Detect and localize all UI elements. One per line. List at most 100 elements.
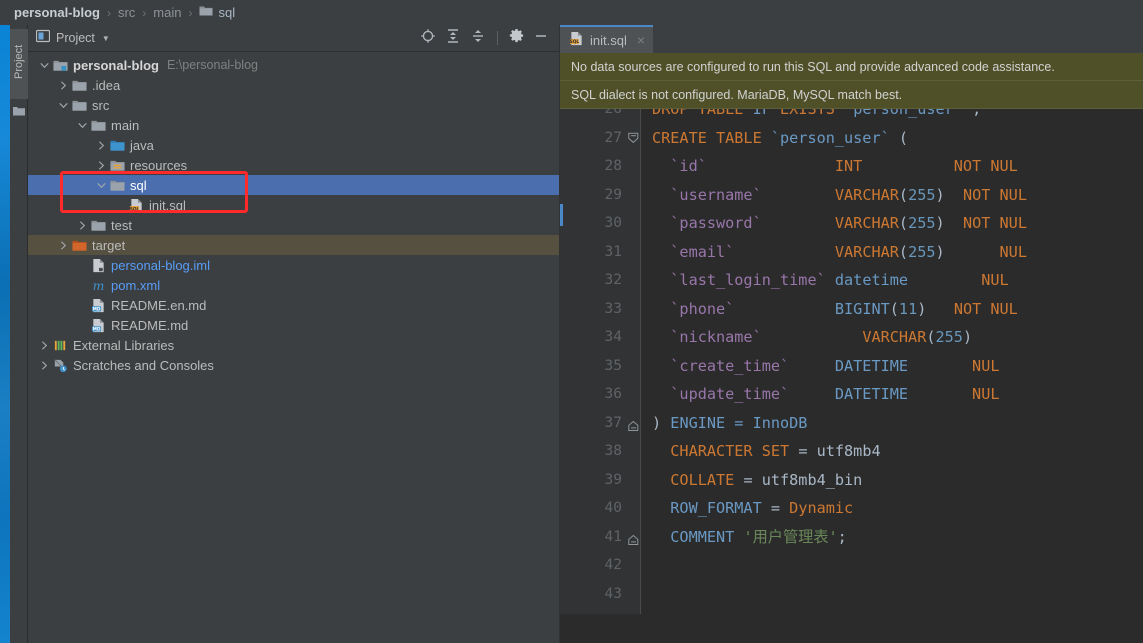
chevron-down-icon[interactable] bbox=[95, 179, 107, 191]
close-icon[interactable]: × bbox=[637, 32, 645, 48]
tree-row-src[interactable]: src bbox=[28, 95, 559, 115]
project-panel-title: Project bbox=[56, 31, 95, 45]
code-line: 37) ENGINE = InnoDB bbox=[560, 409, 1143, 438]
line-number: 36 bbox=[604, 386, 622, 402]
collapse-all-icon[interactable] bbox=[470, 28, 486, 49]
code-text: CREATE TABLE `person_user` ( bbox=[652, 128, 909, 147]
project-panel-header: Project ▼ bbox=[28, 25, 559, 52]
chevron-right-icon[interactable] bbox=[57, 79, 69, 91]
breadcrumb-item-sql[interactable]: sql bbox=[218, 5, 235, 20]
code-line: 39 COLLATE = utf8mb4_bin bbox=[560, 466, 1143, 495]
tree-row-init-sql[interactable]: SQL init.sql bbox=[28, 195, 559, 215]
code-line: 32 `last_login_time` datetime NUL bbox=[560, 266, 1143, 295]
tree-row-label: java bbox=[130, 137, 154, 153]
code-text: `username` VARCHAR(255) NOT NUL bbox=[652, 185, 1027, 204]
tree-row-personal-blog[interactable]: personal-blog E:\personal-blog bbox=[28, 55, 559, 75]
tree-row-label: sql bbox=[130, 177, 147, 193]
line-number: 26 bbox=[604, 109, 622, 117]
maven-file-icon: m bbox=[90, 277, 106, 293]
tree-row-java[interactable]: java bbox=[28, 135, 559, 155]
chevron-right-icon[interactable] bbox=[95, 139, 107, 151]
code-line: 27 CREATE TABLE `person_user` ( bbox=[560, 124, 1143, 153]
code-text: `create_time` DATETIME NUL bbox=[652, 356, 1000, 375]
line-number: 39 bbox=[604, 471, 622, 488]
line-number: 33 bbox=[604, 300, 622, 317]
tree-row-label: External Libraries bbox=[73, 337, 175, 353]
code-text: `email` VARCHAR(255) NUL bbox=[652, 242, 1027, 261]
editor-tab-label: init.sql bbox=[590, 32, 627, 48]
folder-icon bbox=[199, 5, 213, 20]
project-tree[interactable]: personal-blog E:\personal-blog .idea src mai… bbox=[28, 52, 559, 375]
module-icon bbox=[52, 57, 68, 73]
chevron-down-icon[interactable] bbox=[38, 59, 50, 71]
chevron-right-icon[interactable] bbox=[95, 159, 107, 171]
editor-tab-init-sql[interactable]: SQL init.sql × bbox=[560, 25, 654, 53]
breadcrumb-item-main[interactable]: main bbox=[153, 5, 181, 20]
tree-row-pom-xml[interactable]: m pom.xml bbox=[28, 275, 559, 295]
code-line: 35 `create_time` DATETIME NUL bbox=[560, 352, 1143, 381]
chevron-right-icon[interactable] bbox=[57, 239, 69, 251]
code-line: 30 `password` VARCHAR(255) NOT NUL bbox=[560, 209, 1143, 238]
markdown-file-icon: MD bbox=[90, 317, 106, 333]
folder-icon[interactable] bbox=[13, 103, 25, 116]
tree-row-label: README.en.md bbox=[111, 297, 207, 313]
code-text: COMMENT '用户管理表'; bbox=[652, 527, 847, 546]
locate-in-tree-icon[interactable] bbox=[420, 28, 436, 49]
tree-row-external-libraries[interactable]: External Libraries bbox=[28, 335, 559, 355]
chevron-right-icon[interactable] bbox=[38, 359, 50, 371]
tree-row-resources[interactable]: resources bbox=[28, 155, 559, 175]
line-number: 40 bbox=[604, 500, 622, 516]
line-number: 30 bbox=[604, 215, 622, 231]
settings-gear-icon[interactable] bbox=[509, 28, 524, 48]
code-line: 44 DROP TABLE IF EXISTS `person_tag bbox=[560, 608, 1143, 614]
banner-sql-dialect[interactable]: SQL dialect is not configured. MariaDB, … bbox=[560, 81, 1143, 109]
line-number: 35 bbox=[604, 357, 622, 374]
markdown-file-icon: MD bbox=[90, 297, 106, 313]
code-line: 29 `username` VARCHAR(255) NOT NUL bbox=[560, 181, 1143, 210]
code-text: ) ENGINE = InnoDB bbox=[652, 413, 808, 432]
code-line: 42 bbox=[560, 551, 1143, 580]
code-text: CHARACTER SET = utf8mb4 bbox=[652, 442, 881, 460]
chevron-down-icon[interactable] bbox=[57, 99, 69, 111]
chevron-right-icon[interactable] bbox=[38, 339, 50, 351]
code-line: 33 `phone` BIGINT(11) NOT NUL bbox=[560, 295, 1143, 324]
line-number: 31 bbox=[604, 243, 622, 260]
editor-tab-bar: SQL init.sql × bbox=[560, 25, 1143, 53]
source-folder-icon bbox=[109, 137, 125, 153]
project-tool-window: Project ▼ personal-blog E:\personal-blog… bbox=[28, 25, 560, 643]
tree-row-readme-md[interactable]: MD README.md bbox=[28, 315, 559, 335]
breadcrumb-item-project[interactable]: personal-blog bbox=[14, 5, 100, 20]
code-editor[interactable]: 26 DROP TABLE IF EXISTS `person_user` ; 27… bbox=[560, 109, 1143, 614]
code-line: 41 COMMENT '用户管理表'; bbox=[560, 523, 1143, 552]
tree-row-test[interactable]: test bbox=[28, 215, 559, 235]
tree-row-sql[interactable]: sql bbox=[28, 175, 559, 195]
line-number: 44 bbox=[560, 608, 622, 614]
code-fold-expand-icon[interactable] bbox=[628, 415, 639, 431]
tree-row-readme-en-md[interactable]: MD README.en.md bbox=[28, 295, 559, 315]
chevron-down-icon[interactable] bbox=[76, 119, 88, 131]
line-number: 32 bbox=[604, 272, 622, 288]
banner-no-data-sources[interactable]: No data sources are configured to run th… bbox=[560, 53, 1143, 81]
code-line: 36 `update_time` DATETIME NUL bbox=[560, 380, 1143, 409]
chevron-down-icon[interactable]: ▼ bbox=[102, 34, 110, 43]
tree-row-scratches-and-consoles[interactable]: Scratches and Consoles bbox=[28, 355, 559, 375]
chevron-right-icon[interactable] bbox=[76, 219, 88, 231]
code-text: DROP TABLE IF EXISTS `person_tag bbox=[652, 608, 945, 614]
hide-minimize-icon[interactable] bbox=[533, 28, 549, 49]
folder-icon bbox=[90, 217, 106, 233]
code-fold-collapse-icon[interactable] bbox=[628, 130, 639, 143]
tree-row-idea[interactable]: .idea bbox=[28, 75, 559, 95]
tree-row-label: README.md bbox=[111, 317, 189, 333]
toolbar-divider bbox=[497, 31, 498, 45]
tree-row-main[interactable]: main bbox=[28, 115, 559, 135]
tool-window-tab-project[interactable]: Project bbox=[10, 29, 28, 99]
breadcrumb-item-src[interactable]: src bbox=[118, 5, 135, 20]
tree-row-label: personal-blog bbox=[73, 57, 159, 73]
code-text: `phone` BIGINT(11) NOT NUL bbox=[652, 299, 1018, 318]
tree-row-target[interactable]: target bbox=[28, 235, 559, 255]
expand-all-icon[interactable] bbox=[445, 28, 461, 49]
folder-icon bbox=[71, 97, 87, 113]
code-fold-expand-icon[interactable] bbox=[628, 529, 639, 545]
tree-row-personal-blog-iml[interactable]: personal-blog.iml bbox=[28, 255, 559, 275]
scratches-icon bbox=[52, 357, 68, 373]
